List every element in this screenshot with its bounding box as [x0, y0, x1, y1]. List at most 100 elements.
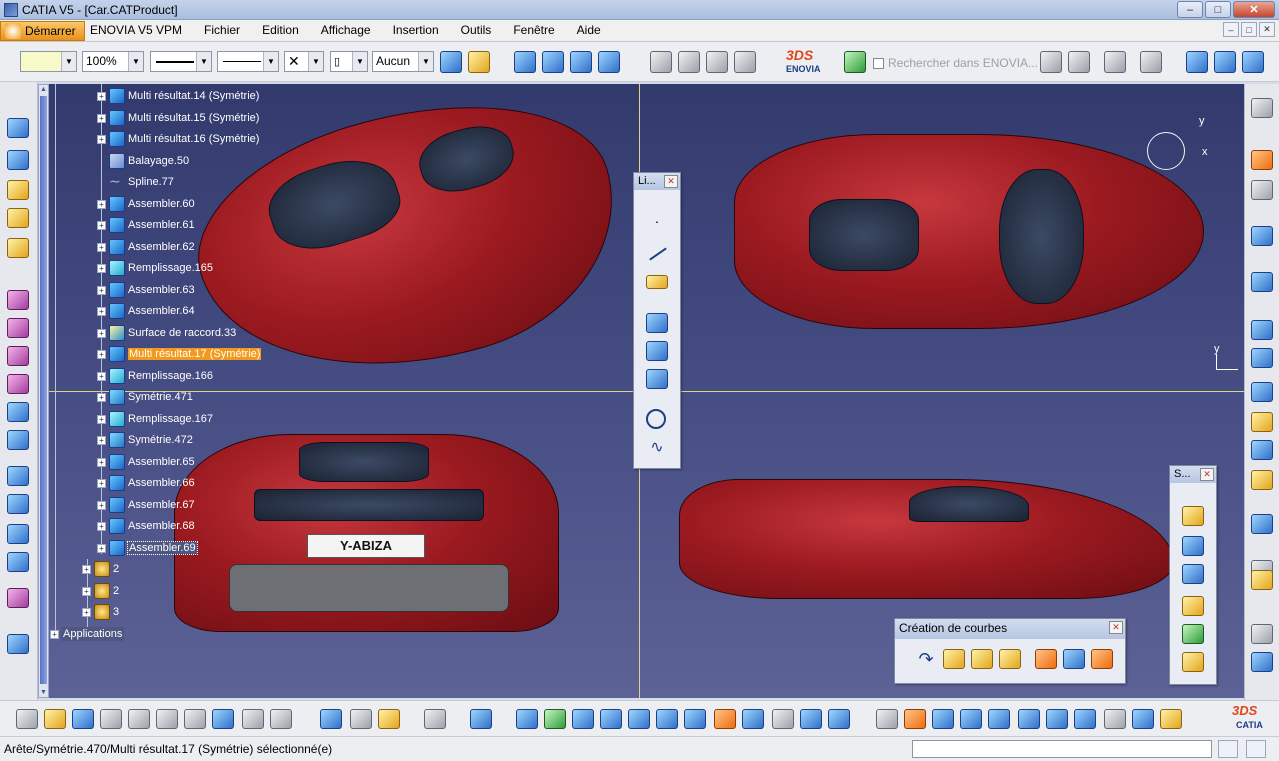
connect-checker-icon[interactable] — [1251, 320, 1273, 340]
grid-icon[interactable] — [988, 709, 1010, 729]
command-history-button[interactable] — [1218, 740, 1238, 758]
surfaces-toolbar-header[interactable]: S... ✕ — [1170, 466, 1216, 483]
cut-icon[interactable] — [128, 709, 150, 729]
extrude-icon[interactable] — [7, 290, 29, 310]
extrude-surface-icon[interactable] — [1182, 506, 1204, 526]
expand-icon[interactable]: + — [97, 521, 106, 531]
expand-icon[interactable]: + — [97, 392, 106, 402]
expand-icon[interactable]: + — [97, 328, 106, 338]
sketcher-icon[interactable] — [1251, 226, 1273, 246]
multi-view-icon[interactable] — [714, 709, 736, 729]
workbench-icon[interactable] — [1251, 98, 1273, 118]
snap-icon[interactable] — [1046, 709, 1068, 729]
compass-widget[interactable] — [1147, 132, 1185, 170]
tree-item[interactable]: + Multi résultat.16 (Symétrie) — [97, 129, 259, 149]
measure-icon[interactable] — [1186, 51, 1208, 73]
menu-insertion[interactable]: Insertion — [393, 23, 439, 37]
iso-view-icon[interactable] — [742, 709, 764, 729]
tree-item[interactable]: + Assembler.69 — [97, 538, 198, 558]
tree-item[interactable]: + Remplissage.167 — [97, 409, 213, 429]
blend-surface-icon[interactable] — [1182, 652, 1204, 672]
expand-icon[interactable]: + — [97, 134, 106, 144]
scroll-down-icon[interactable]: ▼ — [39, 688, 48, 697]
close-icon[interactable]: ✕ — [1109, 621, 1123, 634]
inertia-icon[interactable] — [350, 709, 372, 729]
tree-item[interactable]: + Multi résultat.15 (Symétrie) — [97, 108, 259, 128]
select-icon[interactable] — [1251, 150, 1273, 170]
rotate-icon[interactable] — [600, 709, 622, 729]
format-painter-icon[interactable] — [440, 51, 462, 73]
line-type-combo[interactable]: ▼ — [150, 51, 212, 72]
scroll-up-icon[interactable]: ▲ — [39, 85, 48, 94]
expand-icon[interactable]: + — [50, 629, 59, 639]
tree-item[interactable]: + Assembler.64 — [97, 301, 195, 321]
enovia-refresh-icon[interactable] — [734, 51, 756, 73]
layer-combo[interactable]: Aucun ▼ — [372, 51, 434, 72]
expand-icon[interactable]: + — [97, 349, 106, 359]
sketch-icon[interactable] — [7, 118, 29, 138]
open-icon[interactable] — [44, 709, 66, 729]
tree-scrollbar[interactable]: ▲ ▼ — [38, 84, 49, 698]
redo-icon[interactable] — [242, 709, 264, 729]
tree-item[interactable]: + Assembler.60 — [97, 194, 195, 214]
expand-icon[interactable]: + — [97, 414, 106, 424]
enovia-open-icon[interactable] — [650, 51, 672, 73]
compass-icon[interactable] — [1251, 180, 1273, 200]
axis-system-icon[interactable] — [1242, 51, 1264, 73]
line-icon[interactable] — [646, 243, 668, 263]
expand-icon[interactable]: + — [97, 500, 106, 510]
isoparametric-curve-icon[interactable] — [971, 649, 993, 669]
expand-icon[interactable]: + — [97, 91, 106, 101]
axis-icon[interactable] — [932, 709, 954, 729]
draft-analysis-icon[interactable] — [1251, 470, 1273, 490]
translate-tool-icon[interactable] — [1251, 652, 1273, 672]
expand-icon[interactable]: + — [97, 263, 106, 273]
hand-tool-icon[interactable] — [904, 709, 926, 729]
close-button[interactable]: ✕ — [1233, 1, 1275, 18]
tree-item[interactable]: + Assembler.67 — [97, 495, 195, 515]
expand-icon[interactable]: + — [82, 564, 91, 574]
whats-this-icon[interactable] — [270, 709, 292, 729]
render-style-combo[interactable]: ▯ ▼ — [330, 51, 368, 72]
close-icon[interactable]: ✕ — [664, 175, 678, 188]
normal-view-icon[interactable] — [684, 709, 706, 729]
environment-mapping-icon[interactable] — [1251, 514, 1273, 534]
zoom-out-icon[interactable] — [656, 709, 678, 729]
undo-icon[interactable] — [212, 709, 234, 729]
porcupine-analysis-icon[interactable] — [1251, 382, 1273, 402]
tree-product-item[interactable]: + 3 — [82, 602, 119, 622]
expand-icon[interactable]: + — [97, 242, 106, 252]
sweep-surface-icon[interactable] — [7, 346, 29, 366]
scroll-thumb[interactable] — [40, 96, 47, 684]
curve-on-surface-icon[interactable] — [943, 649, 965, 669]
lightbulb-icon[interactable] — [1160, 709, 1182, 729]
tree-structure-icon[interactable] — [960, 709, 982, 729]
graphic-properties-icon[interactable] — [468, 51, 490, 73]
control-points-icon[interactable] — [1251, 570, 1273, 590]
parallel-curve-icon[interactable] — [646, 369, 668, 389]
power-input-button[interactable] — [1246, 740, 1266, 758]
work-on-support-icon[interactable] — [1018, 709, 1040, 729]
paste-icon[interactable] — [184, 709, 206, 729]
capture-icon[interactable] — [424, 709, 446, 729]
line-weight-combo[interactable]: ▼ — [217, 51, 279, 72]
layers-icon[interactable] — [1104, 709, 1126, 729]
point-grid-icon[interactable] — [7, 150, 29, 170]
expand-icon[interactable]: + — [97, 199, 106, 209]
tree-product-item[interactable]: + 2 — [82, 581, 119, 601]
expand-icon[interactable]: + — [97, 113, 106, 123]
doc-restore-button[interactable]: □ — [1241, 22, 1257, 37]
shading-icon[interactable] — [570, 51, 592, 73]
command-input[interactable] — [912, 740, 1212, 758]
tree-item[interactable]: + Remplissage.165 — [97, 258, 213, 278]
car-top-view[interactable] — [734, 134, 1204, 329]
catia-app-icon[interactable] — [4, 3, 18, 17]
doc-close-button[interactable]: ✕ — [1259, 22, 1275, 37]
catalog-icon[interactable] — [378, 709, 400, 729]
expand-icon[interactable]: + — [97, 306, 106, 316]
tree-item-selected[interactable]: + Multi résultat.17 (Symétrie) — [97, 344, 262, 364]
color-combo[interactable]: ▼ — [20, 51, 77, 72]
tree-item[interactable]: + Assembler.62 — [97, 237, 195, 257]
revolve-icon[interactable] — [7, 318, 29, 338]
maximize-button[interactable]: □ — [1205, 1, 1231, 18]
